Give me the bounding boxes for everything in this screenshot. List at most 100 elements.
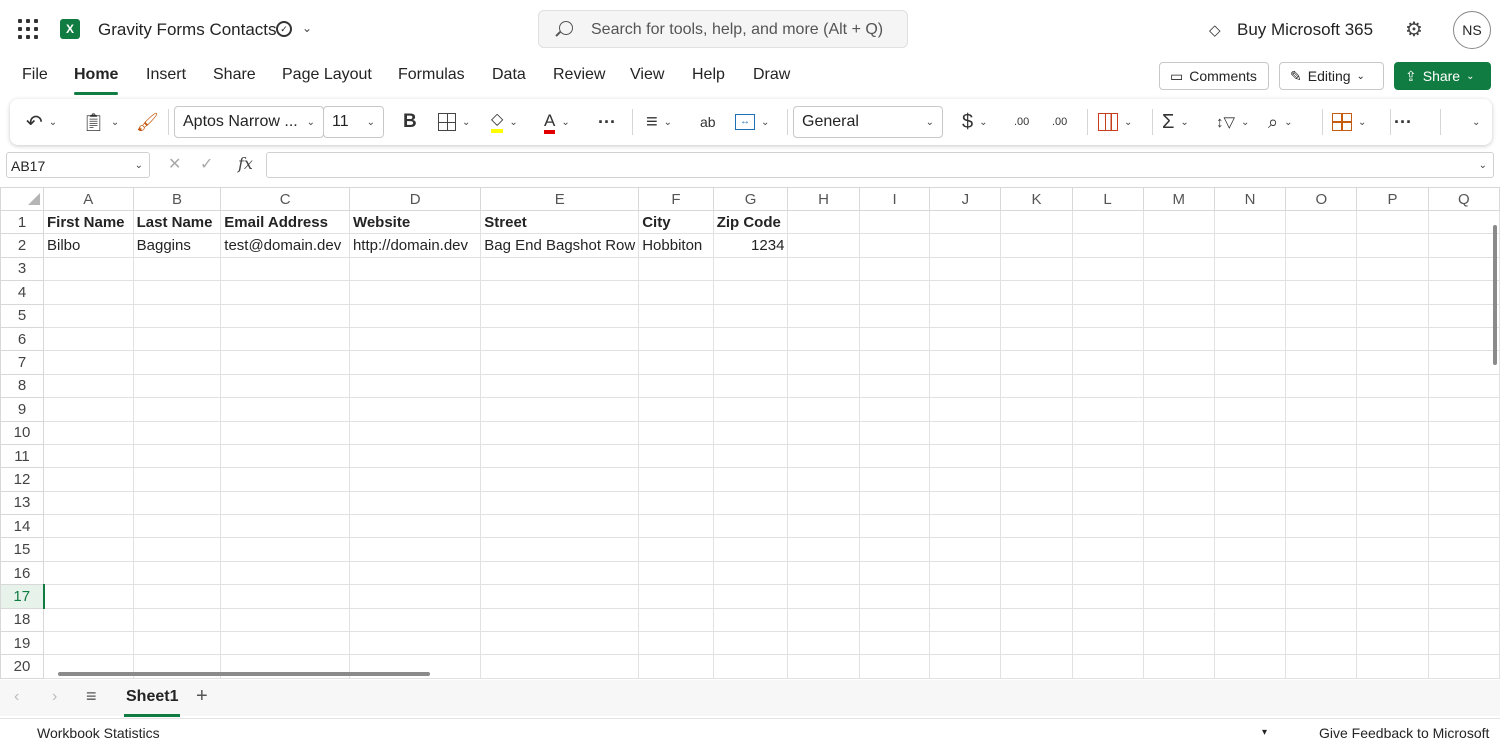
- cell[interactable]: [858, 514, 931, 539]
- cell[interactable]: [858, 631, 931, 656]
- cell[interactable]: [1000, 607, 1073, 633]
- cell[interactable]: [348, 584, 482, 609]
- cell[interactable]: [1427, 420, 1500, 445]
- cell[interactable]: [787, 256, 860, 282]
- cell[interactable]: [858, 256, 931, 282]
- cell[interactable]: [712, 443, 789, 469]
- avatar[interactable]: NS: [1453, 11, 1491, 49]
- cell[interactable]: [1285, 209, 1358, 235]
- cell[interactable]: [1285, 607, 1358, 633]
- tab-page-layout[interactable]: Page Layout: [282, 66, 372, 84]
- number-format-select[interactable]: General ⌄: [793, 106, 943, 138]
- cell[interactable]: [787, 490, 860, 516]
- tab-help[interactable]: Help: [692, 66, 725, 84]
- cell[interactable]: [348, 560, 482, 586]
- cell[interactable]: [348, 256, 482, 282]
- cell[interactable]: [1000, 209, 1073, 235]
- cell[interactable]: [220, 350, 350, 375]
- worksheet-grid[interactable]: ABCDEFGHIJKLMNOPQ 1 First Name Last Name Em…: [0, 187, 1500, 679]
- cell[interactable]: [1356, 420, 1429, 445]
- expand-ribbon-button[interactable]: ⌄: [1466, 99, 1480, 145]
- cell[interactable]: Email Address: [220, 209, 350, 235]
- cell[interactable]: [1285, 280, 1358, 305]
- row-header[interactable]: 13: [0, 490, 44, 516]
- cell[interactable]: [1427, 560, 1500, 586]
- cell[interactable]: [712, 631, 789, 656]
- cell[interactable]: [480, 537, 640, 562]
- cell[interactable]: [712, 607, 789, 633]
- cell[interactable]: [858, 233, 931, 258]
- cell[interactable]: [787, 654, 860, 679]
- cell[interactable]: [1142, 397, 1215, 422]
- cell[interactable]: [1427, 350, 1500, 375]
- cell[interactable]: [348, 514, 482, 539]
- cell[interactable]: Last Name: [132, 209, 222, 235]
- cell[interactable]: [858, 490, 931, 516]
- cell[interactable]: [638, 443, 714, 469]
- cell[interactable]: [220, 537, 350, 562]
- cell[interactable]: [1427, 280, 1500, 305]
- cell[interactable]: [1000, 233, 1073, 258]
- cell[interactable]: [929, 467, 1002, 492]
- cell[interactable]: [1000, 326, 1073, 352]
- cell[interactable]: [480, 303, 640, 328]
- chevron-down-icon[interactable]: ▾: [1262, 727, 1267, 738]
- cell[interactable]: [43, 514, 134, 539]
- cell[interactable]: [1142, 233, 1215, 258]
- cell[interactable]: [787, 326, 860, 352]
- select-all-corner[interactable]: [0, 187, 44, 211]
- cell[interactable]: [712, 584, 789, 609]
- cell[interactable]: [1071, 373, 1144, 399]
- conditional-format-button[interactable]: ⌄: [1098, 99, 1132, 145]
- cell[interactable]: [1213, 631, 1287, 656]
- autosum-button[interactable]: Σ ⌄: [1162, 99, 1189, 145]
- cell[interactable]: [480, 467, 640, 492]
- document-title[interactable]: Gravity Forms Contacts: [98, 20, 277, 40]
- cell[interactable]: [43, 560, 134, 586]
- column-header-k[interactable]: K: [1000, 187, 1073, 211]
- cell[interactable]: [787, 560, 860, 586]
- cell[interactable]: [43, 256, 134, 282]
- row-header[interactable]: 11: [0, 443, 44, 469]
- cell[interactable]: [712, 350, 789, 375]
- cell[interactable]: [220, 280, 350, 305]
- cell[interactable]: [348, 326, 482, 352]
- row-header[interactable]: 10: [0, 420, 44, 445]
- cell[interactable]: [712, 256, 789, 282]
- cell[interactable]: [929, 584, 1002, 609]
- cell[interactable]: First Name: [43, 209, 134, 235]
- cell[interactable]: [929, 443, 1002, 469]
- cell[interactable]: [929, 654, 1002, 679]
- cell[interactable]: [1356, 467, 1429, 492]
- cell[interactable]: [787, 537, 860, 562]
- cell[interactable]: [43, 397, 134, 422]
- cell[interactable]: [132, 420, 222, 445]
- cell[interactable]: [1071, 490, 1144, 516]
- cell[interactable]: [1000, 303, 1073, 328]
- more-options-button[interactable]: ···: [1394, 99, 1412, 145]
- tab-share[interactable]: Share: [213, 66, 256, 84]
- font-name-select[interactable]: Aptos Narrow ... ⌄: [174, 106, 324, 138]
- gear-icon[interactable]: ⚙: [1405, 17, 1423, 42]
- cell[interactable]: [1427, 490, 1500, 516]
- cell[interactable]: [1142, 467, 1215, 492]
- cell[interactable]: [858, 607, 931, 633]
- cell[interactable]: [638, 420, 714, 445]
- cell[interactable]: [858, 560, 931, 586]
- cell[interactable]: [1213, 490, 1287, 516]
- cell[interactable]: [638, 280, 714, 305]
- tab-home[interactable]: Home: [74, 66, 119, 95]
- cell[interactable]: Baggins: [132, 233, 222, 258]
- cell[interactable]: [132, 584, 222, 609]
- cell[interactable]: [132, 631, 222, 656]
- cell[interactable]: [1213, 420, 1287, 445]
- row-header[interactable]: 12: [0, 467, 44, 492]
- column-header-l[interactable]: L: [1071, 187, 1144, 211]
- cell[interactable]: [480, 514, 640, 539]
- cell[interactable]: [1213, 326, 1287, 352]
- cell[interactable]: [1356, 490, 1429, 516]
- cell[interactable]: [1142, 537, 1215, 562]
- cell[interactable]: [1142, 584, 1215, 609]
- cell[interactable]: [1213, 373, 1287, 399]
- cell[interactable]: [1213, 584, 1287, 609]
